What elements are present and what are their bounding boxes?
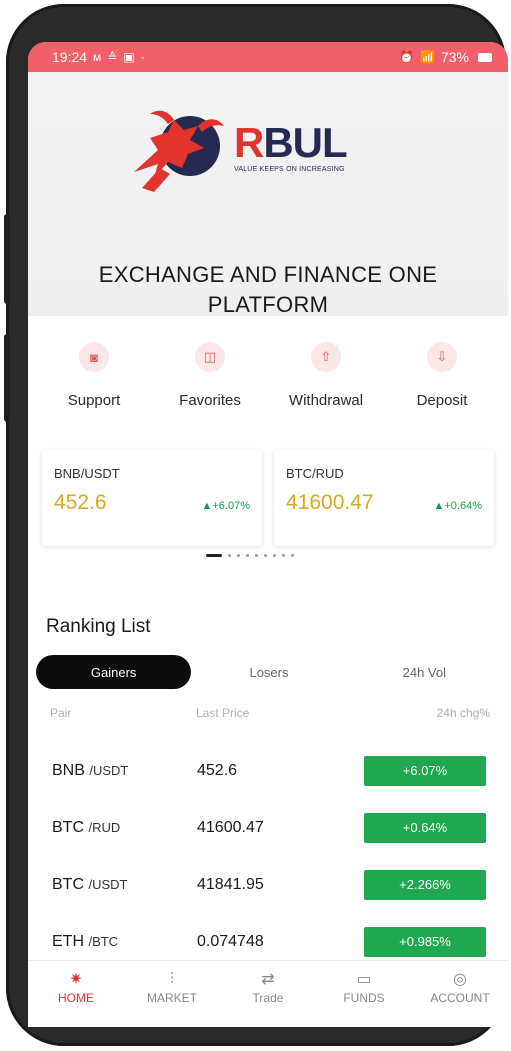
status-bar: 19:24 ᴍ ≙ ▣ · ⏰ 📶 73%: [28, 42, 508, 72]
account-icon: ◎: [453, 971, 467, 988]
brand-name: RBUL: [234, 119, 348, 166]
row-change-badge: +2.266%: [364, 869, 486, 900]
row-pair: ETH /BTC: [52, 932, 119, 950]
favorites-icon: ◫: [195, 342, 225, 372]
row-price: 41841.95: [197, 875, 264, 893]
support-button[interactable]: ◙ Support: [39, 342, 149, 409]
m-icon: ᴍ: [93, 50, 102, 64]
home-bull-icon: ✷: [69, 971, 83, 988]
row-change-badge: +0.985%: [364, 926, 486, 957]
app-screen: 19:24 ᴍ ≙ ▣ · ⏰ 📶 73% RBUL VALUE KEEPS O…: [28, 42, 508, 1027]
ranking-header: Pair Last Price 24h chg%: [50, 706, 490, 720]
ranking-title: Ranking List: [46, 616, 151, 637]
phone-frame: 19:24 ᴍ ≙ ▣ · ⏰ 📶 73% RBUL VALUE KEEPS O…: [4, 4, 508, 1046]
ticker-pair: BNB/USDT: [54, 466, 120, 481]
row-price: 0.074748: [197, 932, 264, 950]
withdrawal-button[interactable]: ⇧ Withdrawal: [271, 342, 381, 409]
tab-losers[interactable]: Losers: [191, 655, 346, 689]
market-icon: ⫶: [169, 971, 174, 988]
deposit-icon: ⇩: [427, 342, 457, 372]
trade-icon: ⇄: [261, 971, 275, 988]
favorites-button[interactable]: ◫ Favorites: [155, 342, 265, 409]
ranking-tabs: Gainers Losers 24h Vol: [36, 654, 502, 690]
row-pair: BTC /RUD: [52, 818, 121, 836]
image-icon: ▣: [123, 50, 135, 64]
brand-tagline: VALUE KEEPS ON INCREASING: [234, 166, 345, 173]
col-last-price: Last Price: [196, 706, 250, 720]
row-change-badge: +6.07%: [364, 755, 486, 786]
page-dot[interactable]: [255, 554, 258, 557]
carousel-pagination[interactable]: [206, 554, 294, 557]
ticker-price: 41600.47: [286, 491, 374, 514]
notification-icon: ≙: [107, 50, 118, 64]
ticker-carousel: BNB/USDT 452.6 ▲+6.07% BTC/RUD 41600.47 …: [42, 450, 494, 546]
page-dot[interactable]: [237, 554, 240, 557]
row-pair: BTC /USDT: [52, 875, 128, 893]
ticker-card[interactable]: BNB/USDT 452.6 ▲+6.07%: [42, 450, 262, 546]
nav-account[interactable]: ◎ ACCOUNT: [414, 969, 506, 1027]
row-price: 452.6: [197, 761, 238, 779]
quick-actions: ◙ Support ◫ Favorites ⇧ Withdrawal ⇩ Dep…: [28, 342, 508, 409]
page-dot[interactable]: [291, 554, 294, 557]
page-dot[interactable]: [273, 554, 276, 557]
withdrawal-icon: ⇧: [311, 342, 341, 372]
bull-logo-icon: [134, 110, 224, 192]
nav-trade[interactable]: ⇄ Trade: [222, 969, 314, 1027]
platform-headline: EXCHANGE AND FINANCE ONE PLATFORM: [98, 262, 438, 317]
alarm-icon: ⏰: [399, 50, 415, 64]
page-dot-active[interactable]: [206, 554, 222, 557]
page-dot[interactable]: [246, 554, 249, 557]
signal-icon: 📶: [420, 50, 435, 64]
dot-icon: ·: [140, 50, 145, 64]
nav-market[interactable]: ⫶ MARKET: [126, 969, 218, 1027]
deposit-button[interactable]: ⇩ Deposit: [387, 342, 497, 409]
tab-24h-vol[interactable]: 24h Vol: [347, 655, 502, 689]
hero-banner: RBUL VALUE KEEPS ON INCREASING EXCHANGE …: [28, 72, 508, 317]
col-pair: Pair: [50, 706, 72, 720]
ticker-change: ▲+0.64%: [433, 500, 482, 512]
power-button: [4, 334, 10, 422]
ticker-price: 452.6: [54, 491, 107, 514]
status-time: 19:24: [52, 49, 88, 65]
row-price: 41600.47: [197, 818, 264, 836]
battery-percent: 73%: [440, 49, 469, 65]
page-dot[interactable]: [228, 554, 231, 557]
battery-icon: [478, 52, 492, 62]
page-dot[interactable]: [282, 554, 285, 557]
ticker-card[interactable]: BTC/RUD 41600.47 ▲+0.64%: [274, 450, 494, 546]
bottom-nav: ✷ HOME ⫶ MARKET ⇄ Trade ▭ FUNDS ◎ ACCOUN…: [28, 960, 508, 1027]
funds-icon: ▭: [356, 971, 372, 988]
volume-button: [4, 214, 10, 304]
ticker-pair: BTC/RUD: [286, 466, 344, 481]
nav-home[interactable]: ✷ HOME: [30, 969, 122, 1027]
nav-funds[interactable]: ▭ FUNDS: [318, 969, 410, 1027]
table-row[interactable]: BNB /USDT 452.6 +6.07%: [28, 742, 508, 799]
support-icon: ◙: [79, 342, 109, 372]
ticker-change: ▲+6.07%: [201, 500, 250, 512]
row-pair: BNB /USDT: [52, 761, 129, 779]
table-row[interactable]: BTC /RUD 41600.47 +0.64%: [28, 799, 508, 856]
tab-gainers[interactable]: Gainers: [36, 655, 192, 689]
row-change-badge: +0.64%: [364, 812, 486, 843]
ranking-rows: BNB /USDT 452.6 +6.07% BTC /RUD 41600.47…: [28, 742, 508, 970]
col-change: 24h chg%: [436, 706, 490, 720]
table-row[interactable]: BTC /USDT 41841.95 +2.266%: [28, 856, 508, 913]
page-dot[interactable]: [264, 554, 267, 557]
rbul-logo: RBUL VALUE KEEPS ON INCREASING: [128, 102, 348, 198]
